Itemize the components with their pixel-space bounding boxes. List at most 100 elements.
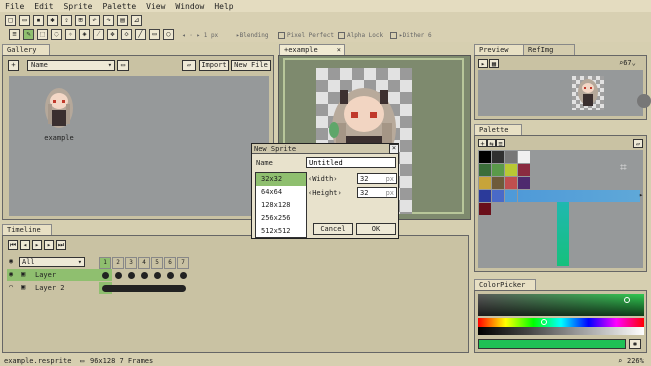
pixel-perfect-toggle[interactable]: Pixel Perfect (278, 32, 334, 39)
size-preset-item[interactable]: 64x64 (256, 186, 306, 199)
keyframe-dot[interactable] (128, 272, 135, 279)
size-preset-item[interactable]: 128x128 (256, 199, 306, 212)
ellipse-tool-icon[interactable]: ○ (163, 29, 174, 40)
frame-header[interactable]: 2 (112, 257, 124, 269)
menu-edit[interactable]: Edit (29, 2, 58, 11)
palette-swatch[interactable] (492, 164, 504, 176)
line-tool-icon[interactable]: ╱ (135, 29, 146, 40)
tab-colorpicker[interactable]: ColorPicker (474, 279, 536, 290)
visibility-eye-icon[interactable]: ◉ (9, 257, 17, 265)
keyframe-dot[interactable] (167, 272, 174, 279)
menu-view[interactable]: View (141, 2, 170, 11)
fill-tool-icon[interactable]: ◈ (79, 29, 90, 40)
menu-file[interactable]: File (0, 2, 29, 11)
eye-icon[interactable]: ◠ (9, 283, 13, 291)
play-icon[interactable]: ▸ (478, 59, 488, 68)
frame-header[interactable]: 5 (151, 257, 163, 269)
blending-dropdown[interactable]: ▸Blending (236, 32, 269, 39)
eyedropper-icon[interactable]: ✱ (629, 339, 641, 349)
rectangle-tool-icon[interactable]: ▭ (149, 29, 160, 40)
save-icon[interactable]: ▪ (33, 15, 44, 26)
alpha-lock-checkbox[interactable] (338, 32, 345, 39)
select-tool-icon[interactable]: ⬚ (37, 29, 48, 40)
palette-swatch[interactable] (479, 177, 491, 189)
tab-refimg[interactable]: RefImg (523, 44, 575, 55)
sv-cursor[interactable] (624, 297, 630, 303)
keyframe-dot[interactable] (154, 272, 161, 279)
linked-cel-bar[interactable] (102, 285, 186, 292)
eraser-icon[interactable]: ◇ (121, 29, 132, 40)
folder-icon[interactable]: ▱ (633, 139, 643, 148)
play-icon[interactable]: ▸ (32, 240, 42, 250)
palette-swatch[interactable] (505, 177, 517, 189)
brush-size-control[interactable]: ◂ · ▸ 1 px (182, 32, 218, 39)
import-button[interactable]: Import (199, 60, 229, 71)
pencil-tool-icon[interactable]: ✎ (23, 29, 34, 40)
palette-swatch-column[interactable] (557, 202, 569, 266)
lasso-tool-icon[interactable]: ◌ (51, 29, 62, 40)
menu-window[interactable]: Window (170, 2, 209, 11)
add-icon[interactable]: + (8, 60, 19, 71)
panel-drag-handle[interactable] (637, 94, 651, 108)
palette-swatch[interactable] (505, 164, 517, 176)
cancel-button[interactable]: Cancel (313, 223, 353, 235)
palette-swatch[interactable] (518, 151, 530, 163)
keyframe-dot[interactable] (180, 272, 187, 279)
ok-button[interactable]: OK (356, 223, 396, 235)
tab-timeline[interactable]: Timeline (2, 224, 52, 235)
sort-dropdown[interactable]: Name ▾ (27, 60, 115, 71)
keyframe-dot[interactable] (141, 272, 148, 279)
new-file-icon[interactable]: □ (5, 15, 16, 26)
menu-help[interactable]: Help (209, 2, 238, 11)
size-preset-list[interactable]: 32x32 64x64 128x128 256x256 512x512 (255, 172, 307, 238)
eyedropper-target-icon[interactable]: ⌗ (620, 160, 627, 175)
gallery-item-example[interactable]: example (35, 84, 83, 142)
menu-icon[interactable]: ≡ (9, 29, 20, 40)
saturation-value-area[interactable] (478, 294, 644, 316)
size-preset-item[interactable]: 512x512 (256, 225, 306, 237)
hue-cursor[interactable] (541, 319, 547, 325)
layer-filter-dropdown[interactable]: All ▾ (19, 257, 85, 267)
menu-palette[interactable]: Palette (97, 2, 141, 11)
move-tool-icon[interactable]: ✥ (107, 29, 118, 40)
new-file-button[interactable]: New File (231, 60, 271, 71)
swap-icon[interactable]: ⇆ (487, 139, 496, 148)
settings-icon[interactable]: ✱ (47, 15, 58, 26)
folder-icon[interactable]: ▱ (182, 60, 196, 71)
current-color-swatch[interactable] (478, 339, 626, 349)
keyframe-dot[interactable] (115, 272, 122, 279)
eyedropper-icon[interactable]: ⁄ (93, 29, 104, 40)
menu-sprite[interactable]: Sprite (59, 2, 98, 11)
height-input[interactable]: 32 px (357, 187, 397, 198)
layer-row-selected[interactable]: ◉ ▣ Layer (7, 269, 99, 281)
lock-icon[interactable]: ▣ (21, 283, 25, 291)
palette-swatch[interactable] (492, 190, 504, 202)
palette-swatch[interactable] (492, 177, 504, 189)
palette-swatch[interactable] (505, 151, 517, 163)
frame-header[interactable]: 1 (99, 257, 111, 269)
palette-swatch[interactable] (479, 190, 491, 202)
layer-row[interactable]: ◠ ▣ Layer 2 (7, 282, 99, 294)
palette-swatch[interactable] (492, 151, 504, 163)
monitor-icon[interactable]: ▭ (117, 60, 129, 71)
lightness-slider[interactable] (478, 327, 644, 335)
close-icon[interactable]: × (389, 144, 399, 154)
pixel-perfect-checkbox[interactable] (278, 32, 285, 39)
export-icon[interactable]: ⇪ (61, 15, 72, 26)
first-frame-icon[interactable]: ⏮ (8, 240, 18, 250)
grid-view-icon[interactable]: ▦ (489, 59, 499, 68)
palette-swatch[interactable] (505, 190, 517, 202)
tab-gallery[interactable]: Gallery (2, 44, 50, 55)
palette-swatch[interactable] (518, 177, 530, 189)
undo-icon[interactable]: ↶ (89, 15, 100, 26)
symmetry-icon[interactable]: ⊿ (131, 15, 142, 26)
frame-header[interactable]: 6 (164, 257, 176, 269)
import-icon[interactable]: ⊞ (75, 15, 86, 26)
grid-icon[interactable]: ▤ (117, 15, 128, 26)
alpha-lock-toggle[interactable]: Alpha Lock (338, 32, 383, 39)
frame-header[interactable]: 7 (177, 257, 189, 269)
palette-swatch[interactable] (479, 151, 491, 163)
keyframe-dot[interactable] (102, 272, 109, 279)
prev-frame-icon[interactable]: ◂ (20, 240, 30, 250)
palette-menu-icon[interactable]: ≡ (496, 139, 505, 148)
